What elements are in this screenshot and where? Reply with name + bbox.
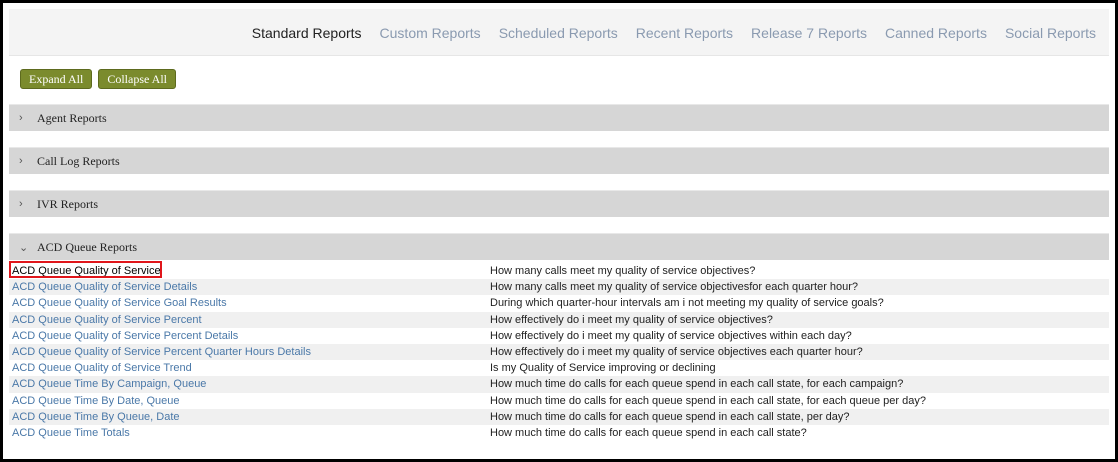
chevron-down-icon: ⌄ [19, 242, 29, 254]
report-description: How many calls meet my quality of servic… [490, 281, 859, 294]
report-description: Is my Quality of Service improving or de… [490, 362, 716, 375]
table-row: ACD Queue Quality of Service Percent Qua… [9, 343, 1109, 361]
report-description: How effectively do i meet my quality of … [490, 313, 773, 326]
report-description: How much time do calls for each queue sp… [490, 394, 926, 407]
tab-release-7-reports[interactable]: Release 7 Reports [742, 21, 876, 45]
section-acd-queue-reports[interactable]: ⌄ ACD Queue Reports [9, 233, 1109, 260]
report-link[interactable]: ACD Queue Time By Date, Queue [9, 395, 490, 407]
section-call-log-reports[interactable]: › Call Log Reports [9, 147, 1109, 174]
report-link[interactable]: ACD Queue Time By Campaign, Queue [9, 378, 490, 390]
table-row: ACD Queue Quality of Service Details How… [9, 279, 1109, 296]
app-frame: Standard Reports Custom Reports Schedule… [0, 0, 1118, 462]
section-title: IVR Reports [37, 197, 98, 211]
report-link[interactable]: ACD Queue Quality of Service Trend [9, 362, 490, 374]
report-description: How many calls meet my quality of servic… [490, 265, 756, 278]
report-link[interactable]: ACD Queue Time By Queue, Date [9, 411, 490, 423]
report-link[interactable]: ACD Queue Quality of Service Details [9, 281, 490, 293]
section-agent-reports[interactable]: › Agent Reports [9, 104, 1109, 131]
tab-scheduled-reports[interactable]: Scheduled Reports [490, 21, 627, 45]
table-row: ACD Queue Time By Campaign, Queue How mu… [9, 376, 1109, 393]
table-row: ACD Queue Time By Queue, Date How much t… [9, 408, 1109, 425]
report-link[interactable]: ACD Queue Time Totals [9, 427, 490, 439]
acd-report-list: ACD Queue Quality of Service How many ca… [9, 263, 1109, 441]
chevron-right-icon: › [19, 112, 23, 124]
table-row: ACD Queue Quality of Service Trend Is my… [9, 360, 1109, 376]
chevron-right-icon: › [19, 155, 23, 167]
table-row: ACD Queue Quality of Service Goal Result… [9, 295, 1109, 311]
tab-canned-reports[interactable]: Canned Reports [876, 21, 996, 45]
section-ivr-reports[interactable]: › IVR Reports [9, 190, 1109, 217]
table-row: ACD Queue Quality of Service How many ca… [9, 263, 1109, 279]
table-row: ACD Queue Time By Date, Queue How much t… [9, 393, 1109, 409]
tab-social-reports[interactable]: Social Reports [996, 21, 1105, 45]
report-link[interactable]: ACD Queue Quality of Service Percent Det… [9, 330, 490, 342]
report-description: How much time do calls for each queue sp… [490, 426, 807, 439]
report-description: How much time do calls for each queue sp… [490, 378, 904, 391]
tab-standard-reports[interactable]: Standard Reports [243, 21, 371, 45]
report-link[interactable]: ACD Queue Quality of Service Percent [9, 314, 490, 326]
expand-collapse-buttons: Expand All Collapse All [20, 69, 176, 89]
section-title: Call Log Reports [37, 154, 120, 168]
expand-all-button[interactable]: Expand All [20, 69, 93, 89]
tab-recent-reports[interactable]: Recent Reports [627, 21, 742, 45]
report-description: During which quarter-hour intervals am i… [490, 297, 884, 310]
chevron-right-icon: › [19, 198, 23, 210]
collapse-all-button[interactable]: Collapse All [98, 69, 176, 89]
report-description: How effectively do i meet my quality of … [490, 329, 852, 342]
table-row: ACD Queue Quality of Service Percent Det… [9, 328, 1109, 344]
report-description: How much time do calls for each queue sp… [490, 410, 850, 423]
top-nav-bar: Standard Reports Custom Reports Schedule… [9, 9, 1109, 56]
report-tabs: Standard Reports Custom Reports Schedule… [243, 21, 1105, 45]
section-title: Agent Reports [37, 111, 107, 125]
table-row: ACD Queue Quality of Service Percent How… [9, 311, 1109, 328]
report-link[interactable]: ACD Queue Quality of Service Goal Result… [9, 297, 490, 309]
section-title: ACD Queue Reports [37, 240, 137, 254]
highlight-box [9, 261, 162, 278]
tab-custom-reports[interactable]: Custom Reports [371, 21, 490, 45]
table-row: ACD Queue Time Totals How much time do c… [9, 425, 1109, 441]
report-link[interactable]: ACD Queue Quality of Service Percent Qua… [9, 346, 490, 358]
report-description: How effectively do i meet my quality of … [490, 346, 863, 359]
